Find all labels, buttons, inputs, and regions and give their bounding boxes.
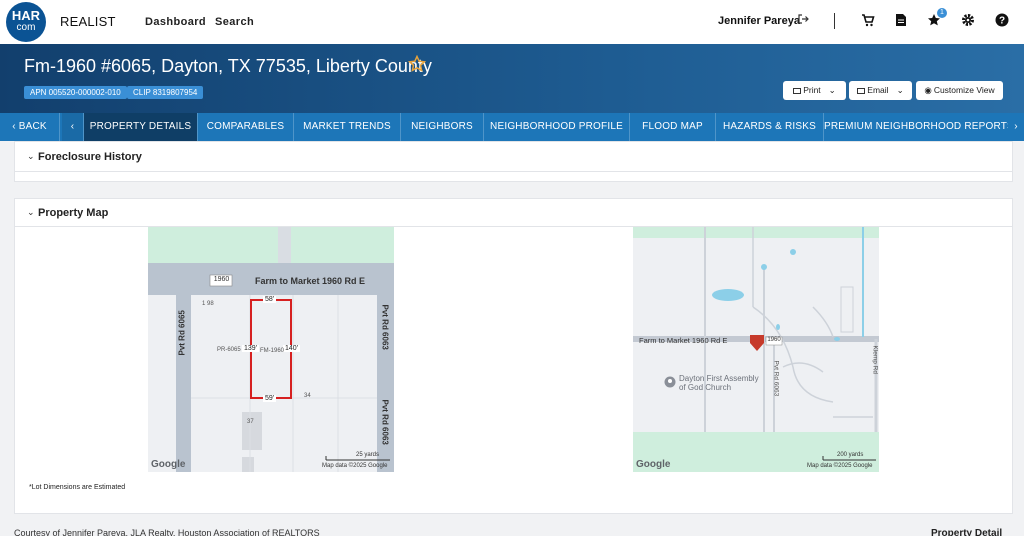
lot-dimension: 140' bbox=[283, 345, 301, 352]
lot-dimension: 58' bbox=[263, 296, 277, 303]
customize-label: Customize View bbox=[933, 85, 995, 95]
divider bbox=[834, 13, 835, 29]
customize-view-button[interactable]: ◉ Customize View bbox=[916, 81, 1003, 100]
svg-text:?: ? bbox=[999, 16, 1005, 27]
chevron-down-icon: ⌄ bbox=[896, 85, 904, 95]
footer-title: Property Detail bbox=[931, 528, 1003, 536]
foreclosure-history-panel bbox=[14, 141, 1013, 182]
poi-label: of God Church bbox=[679, 383, 732, 392]
chevron-left-icon: ‹ bbox=[70, 121, 75, 132]
lot-dimension: 139' bbox=[242, 345, 260, 352]
tab-comparables[interactable]: COMPARABLES bbox=[198, 113, 294, 141]
chevron-down-icon[interactable]: ⌄ bbox=[27, 207, 35, 218]
parcel-label: PR-6065 bbox=[217, 347, 241, 353]
logo-text: HAR bbox=[11, 8, 41, 23]
parcel-label: FM-1960 bbox=[260, 348, 285, 354]
apn-badge: APN 005520-000002-010 bbox=[24, 86, 127, 99]
map-attribution: Map data ©2025 Google bbox=[322, 463, 388, 469]
parcel-label: 37 bbox=[247, 419, 254, 425]
road-label: Farm to Market 1960 Rd E bbox=[639, 336, 728, 345]
tabs-scroll-left-button[interactable]: ‹ bbox=[62, 113, 84, 141]
print-button[interactable]: Print ⌄ bbox=[783, 81, 846, 100]
tabs-scroll-right-button[interactable]: › bbox=[1008, 113, 1024, 141]
divider bbox=[14, 171, 1013, 172]
tab-neighbors[interactable]: NEIGHBORS bbox=[401, 113, 484, 141]
printer-icon bbox=[793, 87, 802, 94]
property-map-title[interactable]: Property Map bbox=[38, 207, 108, 219]
email-label: Email bbox=[867, 85, 889, 95]
road-label: Farm to Market 1960 Rd E bbox=[255, 276, 366, 286]
print-label: Print bbox=[803, 85, 821, 95]
road-label: Klemp Rd bbox=[871, 345, 879, 375]
road-label: Pvt Rd 6063 bbox=[380, 304, 390, 350]
eye-icon: ◉ bbox=[924, 85, 932, 95]
road-label: Pvt Rd 6063 bbox=[772, 360, 780, 397]
parcel-label: 34 bbox=[304, 393, 311, 399]
foreclosure-history-title[interactable]: Foreclosure History bbox=[38, 151, 142, 163]
back-label: BACK bbox=[18, 121, 47, 132]
user-name[interactable]: Jennifer Pareya bbox=[718, 15, 800, 27]
lot-dimension: 59' bbox=[263, 395, 277, 402]
tab-premium-neighborhood-reports[interactable]: PREMIUM NEIGHBORHOOD REPORTS bbox=[824, 113, 1008, 141]
favorite-star-icon[interactable] bbox=[407, 54, 427, 78]
route-shield: 1960 bbox=[767, 337, 781, 343]
email-button[interactable]: Email ⌄ bbox=[849, 81, 912, 100]
courtesy-text: Courtesy of Jennifer Pareya, JLA Realty,… bbox=[14, 528, 320, 536]
envelope-icon bbox=[857, 87, 866, 94]
google-logo: Google bbox=[151, 459, 186, 470]
parcel-label: 1 98 bbox=[202, 301, 214, 307]
cart-icon[interactable] bbox=[860, 13, 876, 29]
favorites-badge: 1 bbox=[937, 8, 947, 18]
tab-neighborhood-profile[interactable]: NEIGHBORHOOD PROFILE bbox=[484, 113, 630, 141]
nav-search[interactable]: Search bbox=[215, 16, 254, 28]
tab-flood-map[interactable]: FLOOD MAP bbox=[630, 113, 716, 141]
location-map[interactable]: Farm to Market 1960 Rd E 1960 Pvt Rd 606… bbox=[633, 227, 879, 472]
tab-property-details[interactable]: PROPERTY DETAILS bbox=[84, 113, 198, 141]
nav-dashboard[interactable]: Dashboard bbox=[145, 16, 206, 28]
property-header bbox=[0, 44, 1024, 114]
har-logo[interactable]: HAR com bbox=[6, 2, 46, 42]
route-shield: 1960 bbox=[213, 276, 230, 283]
chevron-down-icon: ⌄ bbox=[828, 85, 836, 95]
tab-market-trends[interactable]: MARKET TRENDS bbox=[294, 113, 401, 141]
property-title: Fm-1960 #6065, Dayton, TX 77535, Liberty… bbox=[24, 56, 432, 76]
google-logo: Google bbox=[636, 459, 671, 470]
back-button[interactable]: ‹ BACK bbox=[0, 113, 60, 141]
tab-hazards-risks[interactable]: HAZARDS & RISKS bbox=[716, 113, 824, 141]
clip-badge: CLIP 8319807954 bbox=[127, 86, 204, 99]
lot-map[interactable]: 1960 Farm to Market 1960 Rd E Pvt Rd 606… bbox=[148, 227, 394, 472]
help-icon[interactable]: ? bbox=[994, 13, 1010, 29]
map-attribution: Map data ©2025 Google bbox=[807, 463, 873, 469]
chevron-down-icon[interactable]: ⌄ bbox=[27, 151, 35, 162]
logout-icon[interactable] bbox=[797, 13, 809, 28]
lot-dimensions-note: *Lot Dimensions are Estimated bbox=[29, 484, 126, 491]
brand-name: REALIST bbox=[60, 14, 116, 29]
chevron-right-icon: › bbox=[1014, 121, 1018, 132]
map-scale: 25 yards bbox=[356, 452, 380, 458]
road-label: Pvt Rd 6065 bbox=[177, 310, 187, 356]
poi-label: Dayton First Assembly bbox=[679, 374, 759, 383]
map-scale: 200 yards bbox=[837, 452, 864, 458]
document-icon[interactable] bbox=[893, 13, 909, 29]
road-label: Pvt Rd 6063 bbox=[380, 399, 390, 445]
gear-icon[interactable] bbox=[960, 13, 976, 29]
logo-subtext: com bbox=[16, 22, 36, 33]
